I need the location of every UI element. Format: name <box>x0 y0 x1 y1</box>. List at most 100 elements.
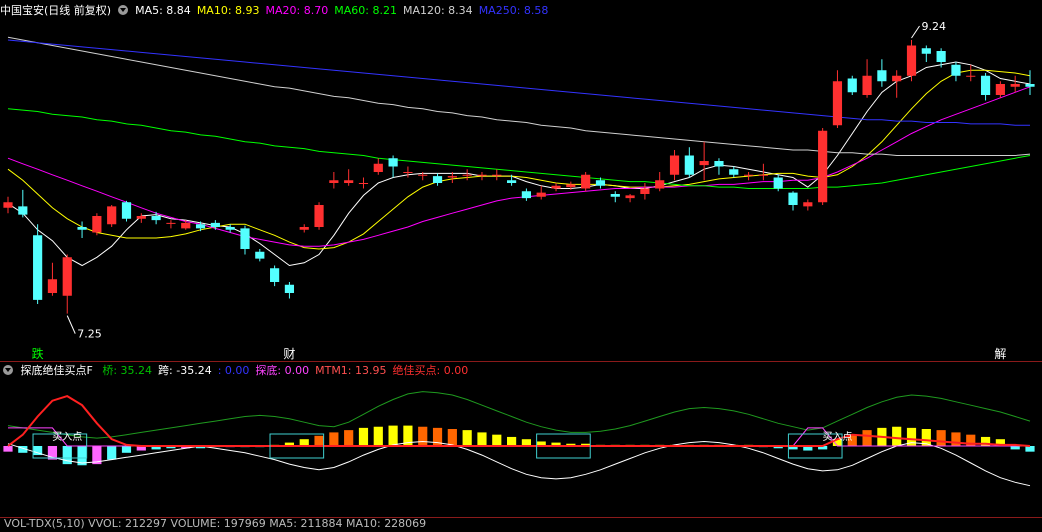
indicator-value: MA20: 8.70 <box>265 4 329 17</box>
indicator-title: 探底绝佳买点F <box>20 364 93 377</box>
indicator-bar <box>3 446 13 452</box>
candle-body <box>655 180 665 189</box>
indicator-bar <box>373 426 383 446</box>
gear-dropdown-icon[interactable] <box>117 5 128 15</box>
indicator-value: 探底: 0.00 <box>255 364 310 377</box>
indicator-value: 绝佳买点: 0.00 <box>392 364 469 377</box>
indicator-bar <box>462 430 472 446</box>
candle-body <box>151 216 161 221</box>
indicator-value: 桥: 35.24 <box>102 364 153 377</box>
indicator-bar <box>492 434 502 446</box>
sub-indicator-list: 桥: 35.24 跨: -35.24 : 0.00 探底: 0.00 MTM1: 13.… <box>102 364 474 377</box>
indicator-bar <box>299 439 309 446</box>
candle-body <box>121 202 132 219</box>
candle-body <box>284 284 295 293</box>
buy-point-label: 买入点 <box>52 431 82 443</box>
candle-body <box>329 180 339 183</box>
indicator-value: MA120: 8.34 <box>402 4 473 17</box>
indicator-bar <box>951 432 961 446</box>
ma-line-ma5 <box>7 61 1031 267</box>
candle-body <box>625 195 635 199</box>
candle-body <box>388 158 398 167</box>
indicator-line-green <box>7 391 1031 439</box>
candle-body <box>181 222 191 229</box>
candle-body <box>980 75 991 95</box>
candle-body <box>699 161 709 166</box>
candle-body <box>1025 84 1035 87</box>
indicator-bar <box>477 432 487 446</box>
candle-body <box>610 194 620 197</box>
candle-body <box>966 75 976 77</box>
indicator-value: 跨: -35.24 <box>158 364 212 377</box>
candle-body <box>847 78 857 93</box>
indicator-value: MA60: 8.21 <box>334 4 397 17</box>
indicator-bar <box>862 430 872 446</box>
candle-body <box>403 172 413 173</box>
gear-dropdown-icon[interactable] <box>3 365 13 375</box>
candle-body <box>892 75 902 82</box>
candle-body <box>507 180 517 183</box>
indicator-bar <box>892 426 902 446</box>
candle-body <box>758 174 768 176</box>
indicator-value: : 0.00 <box>217 364 250 377</box>
candle-body <box>788 192 798 205</box>
candle-body <box>877 70 887 82</box>
candle-body <box>3 202 13 208</box>
candle-body <box>225 227 235 230</box>
indicator-line-white <box>7 440 1031 487</box>
indicator-bar <box>388 425 398 446</box>
candle-body <box>299 227 309 230</box>
sub-header: 探底绝佳买点F 桥: 35.24 跨: -35.24 : 0.00 探底: 0.00 M… <box>0 363 480 379</box>
event-marker: 解 <box>994 347 1006 361</box>
candle-body <box>18 206 28 215</box>
candle-body <box>314 205 324 227</box>
candle-body <box>640 188 650 194</box>
candle-body <box>344 180 354 183</box>
event-marker: 财 <box>283 347 295 361</box>
candle-body <box>432 176 443 183</box>
annotation-pointer <box>911 25 920 39</box>
price-annotation: 7.25 <box>77 328 102 341</box>
candle-body <box>773 177 783 189</box>
candle-body <box>832 81 843 126</box>
candle-body <box>995 84 1005 95</box>
indicator-bar <box>1010 446 1020 450</box>
price-annotation: 9.24 <box>922 20 947 33</box>
indicator-bar <box>1025 446 1035 452</box>
indicator-value: MA10: 8.93 <box>196 4 260 17</box>
indicator-bar <box>936 430 946 446</box>
chart-area[interactable]: 7.25 9.24 跌 财 解买入点 买入点 中国宝安(日线 前复权) MA5: 8.84… <box>0 0 1042 530</box>
candle-body <box>255 251 265 259</box>
indicator-bar <box>121 446 132 453</box>
candle-body <box>581 174 591 189</box>
candle-body <box>477 174 487 176</box>
candle-body <box>669 155 680 175</box>
candle-body <box>1010 84 1020 87</box>
candle-body <box>92 216 102 233</box>
candle-body <box>566 184 576 188</box>
indicator-bar <box>344 430 354 446</box>
candle-body <box>862 75 872 95</box>
candle-body <box>743 174 754 176</box>
candle-body <box>107 206 117 225</box>
candle-body <box>77 227 87 230</box>
candle-body <box>906 45 917 76</box>
bottom-header: VOL-TDX(5,10) VVOL: 212297 VOLUME: 19796… <box>4 516 432 532</box>
candle-body <box>714 161 724 167</box>
annotation-pointer <box>66 315 76 334</box>
candle-body <box>492 174 502 176</box>
candle-body <box>684 155 694 175</box>
candle-body <box>447 176 457 178</box>
event-marker: 跌 <box>32 346 44 361</box>
buy-point-label: 买入点 <box>822 431 852 443</box>
candle-body <box>921 48 931 54</box>
candle-body <box>936 51 946 62</box>
indicator-value: MA250: 8.58 <box>478 4 549 17</box>
candle-body <box>270 268 280 282</box>
indicator-value: MA5: 8.84 <box>135 4 191 17</box>
candle-body <box>818 130 828 203</box>
candle-body <box>521 191 531 199</box>
kline-chart[interactable]: 7.25 9.24 跌 财 解买入点 买入点 <box>0 0 1042 524</box>
indicator-value: MTM1: 13.95 <box>315 364 387 377</box>
candle-body <box>729 169 739 175</box>
